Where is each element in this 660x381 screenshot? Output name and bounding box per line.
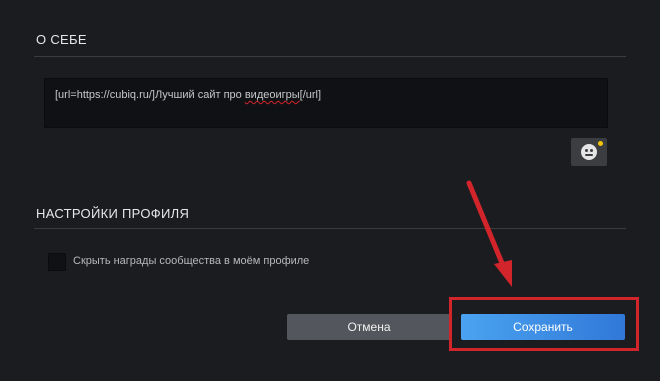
annotation-arrow-icon [466,180,512,287]
profile-edit-panel: О СЕБЕ [url=https://cubiq.ru/]Лучший сай… [0,0,660,381]
